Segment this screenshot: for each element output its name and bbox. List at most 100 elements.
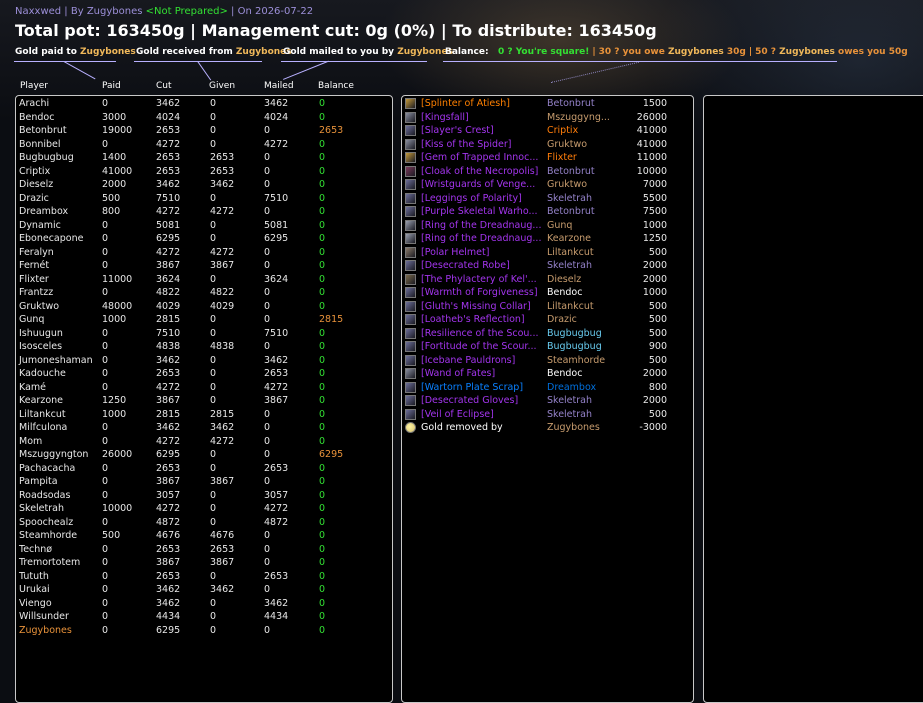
player-balance: 0 — [319, 260, 326, 271]
player-cut: 2653 — [156, 125, 181, 136]
item-link[interactable]: [Fortitude of the Scour... — [421, 341, 544, 352]
item-link[interactable]: [Warmth of Forgiveness] — [421, 287, 544, 298]
item-link[interactable]: [Gem of Trapped Innoc... — [421, 152, 544, 163]
col-header-paid[interactable]: Paid — [102, 81, 121, 91]
player-given: 0 — [210, 503, 217, 514]
player-cut: 3624 — [156, 273, 181, 285]
player-balance: 0 — [319, 422, 326, 433]
item-link[interactable]: [Ring of the Dreadnaug... — [421, 233, 544, 244]
item-winner: Flixter — [547, 152, 577, 163]
item-link[interactable]: [Polar Helmet] — [421, 247, 544, 258]
col-header-mailed[interactable]: Mailed — [264, 81, 294, 91]
item-link[interactable]: [Leggings of Polarity] — [421, 193, 544, 204]
player-paid: 3000 — [102, 111, 127, 123]
player-paid: 0 — [102, 327, 109, 339]
item-link[interactable]: [Desecrated Gloves] — [421, 395, 544, 406]
player-balance: 0 — [319, 341, 326, 352]
player-mailed: 4434 — [264, 611, 289, 622]
player-mailed: 0 — [264, 422, 271, 433]
item-link[interactable]: [Gluth's Missing Collar] — [421, 301, 544, 312]
player-name: Liltankcut — [19, 408, 66, 420]
player-paid: 0 — [102, 462, 109, 474]
item-price: 7000 — [642, 179, 667, 190]
item-winner: Skeletrah — [547, 260, 592, 271]
player-balance: 0 — [319, 408, 326, 420]
player-balance: 0 — [319, 179, 326, 190]
player-balance: 0 — [319, 476, 326, 487]
player-paid: 0 — [102, 233, 109, 244]
item-winner: Bugbugbug — [547, 327, 602, 339]
player-cut: 2653 — [156, 152, 181, 163]
player-paid: 0 — [102, 489, 109, 501]
player-mailed: 2653 — [264, 368, 289, 379]
player-name: Dynamic — [19, 219, 61, 231]
player-name: Kamé — [19, 381, 46, 393]
item-link[interactable]: [Icebane Pauldrons] — [421, 355, 544, 366]
player-given: 0 — [210, 489, 217, 501]
player-cut: 2653 — [156, 570, 181, 582]
player-paid: 48000 — [102, 300, 133, 312]
player-mailed: 0 — [264, 557, 271, 568]
cloak-icon — [405, 165, 416, 177]
col-header-player[interactable]: Player — [20, 81, 48, 91]
item-price: 11000 — [636, 152, 667, 163]
item-link[interactable]: [Kiss of the Spider] — [421, 139, 544, 150]
item-link[interactable]: [Slayer's Crest] — [421, 125, 544, 136]
item-price: 500 — [648, 314, 667, 325]
player-paid: 800 — [102, 206, 121, 217]
player-cut: 4024 — [156, 111, 181, 123]
player-given: 0 — [210, 111, 217, 123]
player-paid: 0 — [102, 368, 109, 379]
player-mailed: 0 — [264, 341, 271, 352]
item-link[interactable]: [Cloak of the Necropolis] — [421, 166, 544, 177]
ring-icon — [405, 219, 416, 231]
player-cut: 3057 — [156, 489, 181, 501]
player-balance: 6295 — [319, 449, 344, 460]
item-link[interactable]: [Wristguards of Venge... — [421, 179, 544, 190]
item-link[interactable]: [Splinter of Atiesh] — [421, 98, 544, 109]
player-name: Technø — [19, 543, 53, 555]
item-link[interactable]: [Veil of Eclipse] — [421, 409, 544, 420]
player-name: Frantzz — [19, 287, 54, 298]
armor-icon — [405, 341, 416, 352]
player-given: 2653 — [210, 152, 235, 163]
player-mailed: 0 — [264, 246, 271, 258]
player-name: Bonnibel — [19, 138, 61, 150]
player-cut: 3462 — [156, 98, 181, 109]
player-balance: 0 — [319, 354, 326, 366]
player-mailed: 3462 — [264, 98, 289, 109]
item-link[interactable]: [Wartorn Plate Scrap] — [421, 382, 544, 393]
player-given: 0 — [210, 233, 217, 244]
item-price: 5500 — [642, 192, 667, 204]
item-link[interactable]: [Wand of Fates] — [421, 368, 544, 379]
item-link[interactable]: [Purple Skeletal Warho... — [421, 206, 544, 217]
item-link[interactable]: [Ring of the Dreadnaug... — [421, 220, 544, 231]
item-link[interactable]: [Resilience of the Scou... — [421, 328, 544, 339]
player-name: Urukai — [19, 584, 50, 595]
player-paid: 0 — [102, 543, 109, 555]
col-header-cut[interactable]: Cut — [156, 81, 172, 91]
player-balance: 0 — [319, 192, 326, 204]
player-cut: 4272 — [156, 138, 181, 150]
player-name: Mszuggyngton — [19, 449, 89, 460]
item-link[interactable]: [Loatheb's Reflection] — [421, 314, 544, 325]
item-winner: Bendoc — [547, 287, 583, 298]
player-paid: 10000 — [102, 503, 133, 514]
col-header-balance[interactable]: Balance — [318, 81, 354, 91]
item-price: 10000 — [636, 165, 667, 177]
col-header-given[interactable]: Given — [209, 81, 235, 91]
player-mailed: 0 — [264, 125, 271, 136]
player-balance: 0 — [319, 530, 326, 541]
item-link[interactable]: [Desecrated Robe] — [421, 260, 544, 271]
player-balance: 0 — [319, 611, 326, 622]
item-link[interactable]: [The Phylactery of Kel'... — [421, 274, 544, 285]
armor-icon — [405, 179, 416, 190]
player-cut: 4029 — [156, 300, 181, 312]
item-winner: Kearzone — [547, 233, 591, 244]
player-paid: 11000 — [102, 273, 133, 285]
player-cut: 4822 — [156, 287, 181, 298]
item-link[interactable]: [Kingsfall] — [421, 112, 544, 123]
player-cut: 3867 — [156, 476, 181, 487]
player-name: Betonbrut — [19, 125, 67, 136]
player-mailed: 0 — [264, 543, 271, 555]
